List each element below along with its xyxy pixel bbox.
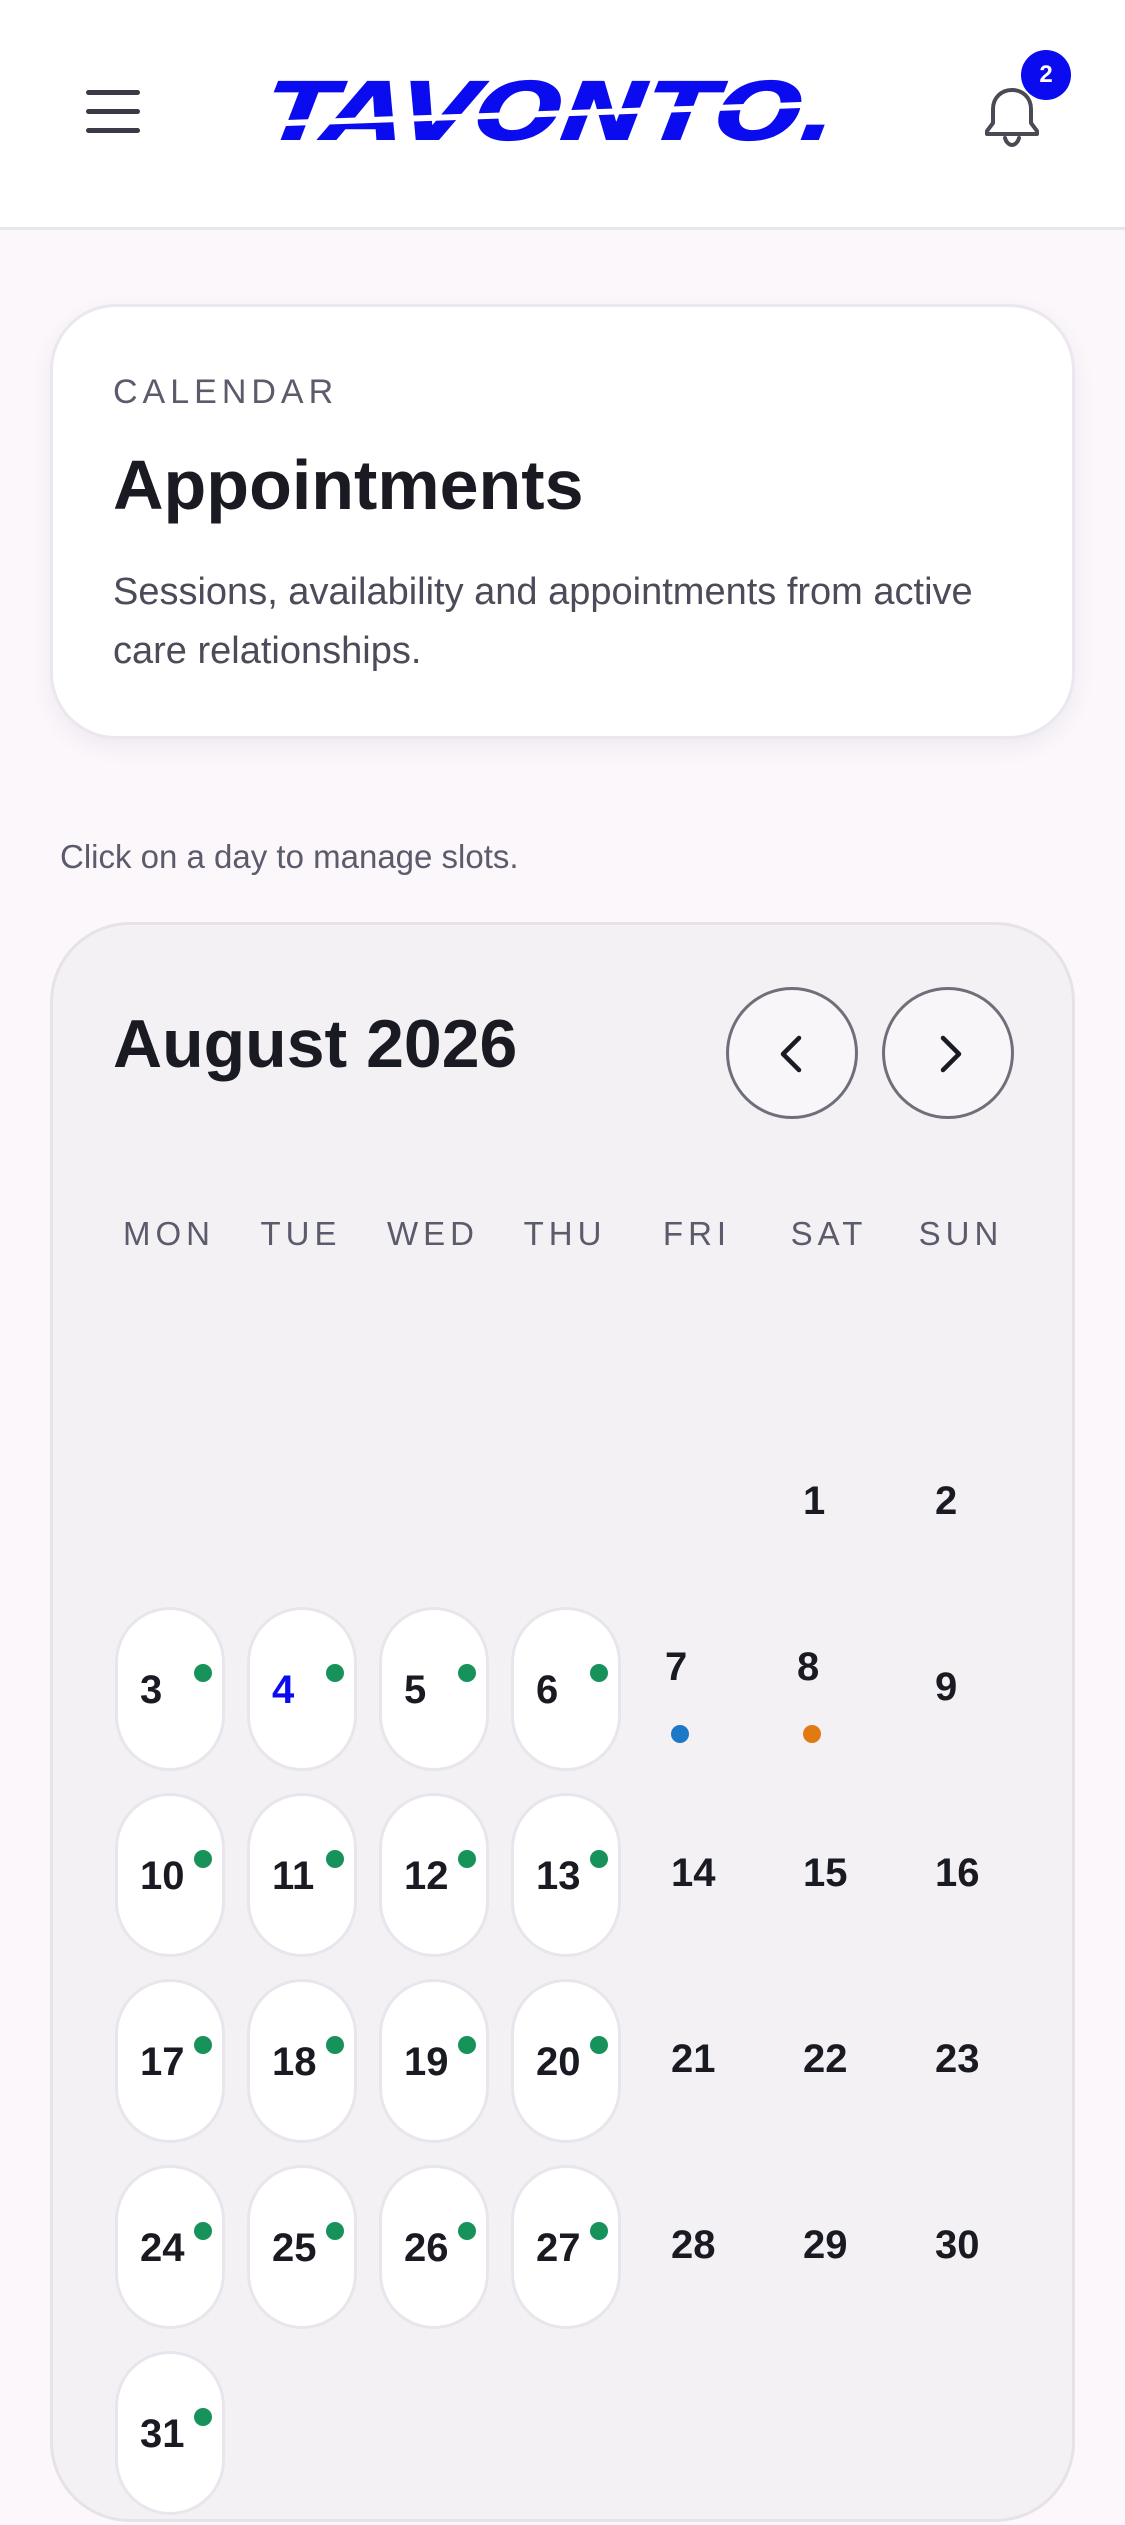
page-description: Sessions, availability and appointments … [113,571,973,672]
calendar-day-18[interactable]: 18 [247,1979,357,2143]
appointment-dot [671,1725,689,1743]
calendar-day-7[interactable]: 7 [643,1607,753,1771]
day-number: 3 [140,1668,163,1712]
hamburger-menu-icon[interactable] [82,86,144,138]
day-number: 8 [797,1645,820,1689]
day-number: 5 [404,1668,427,1712]
calendar-day-2[interactable]: 2 [907,1421,1017,1585]
calendar-day-22[interactable]: 22 [775,1979,885,2143]
calendar-day-grid: 1 2 3 4 5 6 7 8 9 10 11 12 13 14 15 16 17 18 19 20 21 22 23 24 2… [53,925,1078,2525]
day-number: 26 [404,2226,449,2270]
availability-dot [326,1664,344,1682]
notification-badge[interactable]: 2 [1021,50,1071,100]
calendar-day-6[interactable]: 6 [511,1607,621,1771]
calendar-hint: Click on a day to manage slots. [60,838,519,875]
section-eyebrow: CALENDAR [113,373,339,411]
calendar-day-1[interactable]: 1 [775,1421,885,1585]
day-number: 18 [272,2040,317,2084]
day-number: 16 [935,1851,980,1895]
page-title: Appointments [113,446,584,524]
day-number: 25 [272,2226,317,2270]
day-number: 2 [935,1479,958,1523]
calendar-day-31[interactable]: 31 [115,2351,225,2515]
calendar-day-9[interactable]: 9 [907,1607,1017,1771]
calendar-day-5[interactable]: 5 [379,1607,489,1771]
calendar-day-27[interactable]: 27 [511,2165,621,2329]
day-number: 15 [803,1851,848,1895]
day-number: 28 [671,2223,716,2267]
availability-dot [194,2222,212,2240]
availability-dot [194,2036,212,2054]
calendar-day-21[interactable]: 21 [643,1979,753,2143]
calendar-day-16[interactable]: 16 [907,1793,1017,1957]
calendar-day-17[interactable]: 17 [115,1979,225,2143]
calendar-day-28[interactable]: 28 [643,2165,753,2329]
calendar-day-26[interactable]: 26 [379,2165,489,2329]
day-number: 6 [536,1668,559,1712]
availability-dot [194,1664,212,1682]
availability-dot [326,2036,344,2054]
day-number: 24 [140,2226,185,2270]
calendar-day-19[interactable]: 19 [379,1979,489,2143]
availability-dot [590,1664,608,1682]
day-number: 7 [665,1645,688,1689]
availability-dot [458,1850,476,1868]
day-number: 29 [803,2223,848,2267]
calendar-day-10[interactable]: 10 [115,1793,225,1957]
day-number: 27 [536,2226,581,2270]
day-number: 21 [671,2037,716,2081]
appointment-dot [803,1725,821,1743]
calendar-day-11[interactable]: 11 [247,1793,357,1957]
availability-dot [326,1850,344,1868]
calendar-day-8[interactable]: 8 [775,1607,885,1771]
brand-logo[interactable]: TAVONTO. [260,60,872,170]
day-number: 23 [935,2037,980,2081]
calendar-day-14[interactable]: 14 [643,1793,753,1957]
calendar-day-3[interactable]: 3 [115,1607,225,1771]
day-number: 12 [404,1854,449,1898]
calendar-day-29[interactable]: 29 [775,2165,885,2329]
calendar-day-25[interactable]: 25 [247,2165,357,2329]
day-number: 11 [272,1854,315,1898]
app-header: TAVONTO. 2 [0,0,1125,230]
calendar-day-24[interactable]: 24 [115,2165,225,2329]
day-number: 30 [935,2223,980,2267]
calendar-day-23[interactable]: 23 [907,1979,1017,2143]
calendar-day-12[interactable]: 12 [379,1793,489,1957]
availability-dot [458,1664,476,1682]
availability-dot [194,2408,212,2426]
day-number: 10 [140,1854,185,1898]
availability-dot [590,1850,608,1868]
day-number: 31 [140,2412,185,2456]
day-number: 1 [803,1479,826,1523]
calendar-card: August 2026 MON TUE WED THU FRI SAT SUN … [50,922,1075,2522]
availability-dot [458,2036,476,2054]
day-number: 22 [803,2037,848,2081]
availability-dot [590,2222,608,2240]
day-number: 17 [140,2040,185,2084]
day-number: 9 [935,1665,958,1709]
availability-dot [326,2222,344,2240]
day-number: 14 [671,1851,716,1895]
availability-dot [590,2036,608,2054]
day-number: 13 [536,1854,581,1898]
availability-dot [458,2222,476,2240]
day-number: 20 [536,2040,581,2084]
day-number: 4 [272,1668,295,1712]
availability-dot [194,1850,212,1868]
calendar-day-15[interactable]: 15 [775,1793,885,1957]
intro-card: CALENDAR Appointments Sessions, availabi… [50,304,1075,739]
calendar-day-13[interactable]: 13 [511,1793,621,1957]
calendar-day-30[interactable]: 30 [907,2165,1017,2329]
calendar-day-4[interactable]: 4 [247,1607,357,1771]
day-number: 19 [404,2040,449,2084]
calendar-day-20[interactable]: 20 [511,1979,621,2143]
